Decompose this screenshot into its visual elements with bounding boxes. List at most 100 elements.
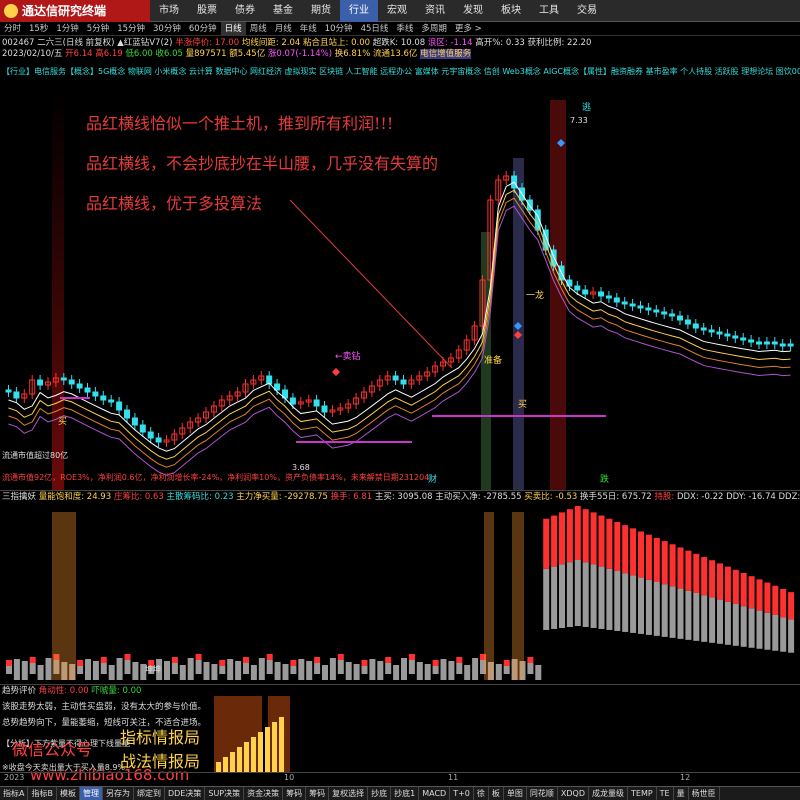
date-tick: 11 <box>448 773 459 782</box>
bottom-tab-17[interactable]: 板 <box>489 787 504 800</box>
volume-bar <box>448 661 455 680</box>
bottom-tab-0[interactable]: 指标A <box>0 787 29 800</box>
candle-body <box>692 323 699 329</box>
volume-bar <box>179 665 186 680</box>
volume-bar-red <box>124 654 131 660</box>
volume-bar-red <box>337 654 344 660</box>
bottom-tab-23[interactable]: TE <box>657 787 674 800</box>
bottom-tab-3[interactable]: 管理 <box>79 787 103 800</box>
circ-value-note: 流通市值超过80亿 <box>2 451 69 460</box>
period-12[interactable]: 45日线 <box>357 22 393 35</box>
sub1-item1: 量能饱和度: 24.93 <box>38 492 112 502</box>
menu-item-11[interactable]: 交易 <box>568 0 606 22</box>
period-5[interactable]: 30分钟 <box>149 22 185 35</box>
volume-bar-red <box>630 528 637 576</box>
volume-bar <box>472 658 479 680</box>
bottom-tab-5[interactable]: 绑定到 <box>134 787 165 800</box>
bottom-tab-20[interactable]: XDQD <box>558 787 589 800</box>
bottom-tab-25[interactable]: 杨世臣 <box>689 787 720 800</box>
volume-bar-chart[interactable]: 坤坤 <box>0 502 800 682</box>
period-9[interactable]: 月线 <box>271 22 296 35</box>
candle-body <box>100 395 107 401</box>
bottom-tab-24[interactable]: 量 <box>674 787 689 800</box>
period-1[interactable]: 15秒 <box>25 22 52 35</box>
volume-bar <box>290 666 297 674</box>
period-8[interactable]: 周线 <box>246 22 271 35</box>
volume-bar <box>630 575 637 633</box>
menu-item-6[interactable]: 宏观 <box>378 0 416 22</box>
volume-bar-red <box>195 654 202 660</box>
menu-item-8[interactable]: 发现 <box>454 0 492 22</box>
period-13[interactable]: 季线 <box>392 22 417 35</box>
bottom-tab-16[interactable]: 徐 <box>474 787 489 800</box>
bottom-tab-11[interactable]: 复权选择 <box>329 787 369 800</box>
sub1-name[interactable]: 三指擒妖 <box>2 492 36 502</box>
period-6[interactable]: 60分钟 <box>185 22 221 35</box>
menu-item-3[interactable]: 基金 <box>264 0 302 22</box>
volume-bar <box>566 562 573 627</box>
candle-body <box>740 337 747 341</box>
trend-bar <box>272 722 277 772</box>
bottom-tab-22[interactable]: TEMP <box>628 787 657 800</box>
sub-chart-1-header: 三指擒妖 量能饱和度: 24.93 庄筹比: 0.63 主散筹码比: 0.23 … <box>0 490 800 502</box>
bottom-tab-19[interactable]: 同花顺 <box>527 787 558 800</box>
menu-item-4[interactable]: 期货 <box>302 0 340 22</box>
bottom-tab-7[interactable]: SUP决策 <box>205 787 245 800</box>
period-4[interactable]: 15分钟 <box>113 22 149 35</box>
period-2[interactable]: 1分钟 <box>52 22 82 35</box>
menu-item-10[interactable]: 工具 <box>530 0 568 22</box>
bottom-tab-18[interactable]: 单图 <box>504 787 527 800</box>
menu-item-2[interactable]: 债券 <box>226 0 264 22</box>
menu-item-0[interactable]: 市场 <box>150 0 188 22</box>
candlestick-chart[interactable]: 7.333.68买买准备一龙←卖钻逃财跌 <box>0 80 800 490</box>
volume-bar <box>77 666 84 674</box>
bottom-tab-9[interactable]: 筹码 <box>283 787 307 800</box>
sub1-item4: 主力净买量: -29278.75 <box>236 492 328 502</box>
bottom-tab-6[interactable]: DDE决策 <box>165 787 206 800</box>
bottom-tab-21[interactable]: 成龙量级 <box>589 787 628 800</box>
volume-bar <box>748 608 755 648</box>
volume-bar <box>669 586 676 638</box>
menu-item-9[interactable]: 板块 <box>492 0 530 22</box>
period-3[interactable]: 5分钟 <box>83 22 113 35</box>
bottom-tab-15[interactable]: T+0 <box>450 787 474 800</box>
candle-body <box>661 311 668 315</box>
weak-k: 超跌K: 10.08 <box>372 38 426 48</box>
bottom-tab-4[interactable]: 另存为 <box>103 787 134 800</box>
trend-bar <box>251 737 256 772</box>
period-10[interactable]: 年线 <box>296 22 321 35</box>
volume-bar <box>195 660 202 674</box>
concept-tag[interactable]: 电信增值服务 <box>420 49 472 59</box>
volume-bar-red <box>693 553 700 593</box>
menu-item-5[interactable]: 行业 <box>340 0 378 22</box>
bottom-tab-14[interactable]: MACD <box>419 787 451 800</box>
sub1-item6: 主买: 3095.08 <box>374 492 433 502</box>
period-15[interactable]: 更多 > <box>451 22 486 35</box>
bottom-tab-12[interactable]: 抄底 <box>368 787 392 800</box>
indicator-name[interactable]: ▲红蓝钻V7(2) <box>117 38 172 48</box>
ma-orange <box>8 197 791 468</box>
menu-item-7[interactable]: 资讯 <box>416 0 454 22</box>
bottom-tab-13[interactable]: 抄底1 <box>391 787 420 800</box>
drop-marker: 跌 <box>600 474 609 485</box>
profit-ratio: 获利比例: 22.20 <box>527 38 592 48</box>
bottom-tab-8[interactable]: 资金决策 <box>244 787 284 800</box>
sub2-name[interactable]: 趋势评价 <box>2 686 36 696</box>
volume-bar <box>227 659 234 680</box>
sub1-item2: 庄筹比: 0.63 <box>113 492 164 502</box>
bottom-tab-10[interactable]: 筹码 <box>306 787 330 800</box>
volume-bar <box>527 663 534 674</box>
trend-line-1: 该股走势太弱，主动性买盘弱，没有太大的参与价值。 <box>2 702 207 712</box>
period-11[interactable]: 10分钟 <box>321 22 357 35</box>
bottom-tab-2[interactable]: 模板 <box>57 787 80 800</box>
period-7[interactable]: 日线 <box>220 22 246 35</box>
stock-code[interactable]: 002467 二六三(日线 前复权) <box>2 38 115 48</box>
period-0[interactable]: 分时 <box>0 22 25 35</box>
bottom-tab-1[interactable]: 指标B <box>28 787 57 800</box>
concept-tags-line[interactable]: 【行业】电信服务【概念】5G概念 物联网 小米概念 云计算 数据中心 网红经济 … <box>2 66 800 77</box>
app-logo[interactable]: 通达信研究终端 <box>0 0 150 22</box>
volume-bar-red <box>606 518 613 569</box>
period-14[interactable]: 多周期 <box>417 22 451 35</box>
menu-item-1[interactable]: 股票 <box>188 0 226 22</box>
volume-bar <box>116 658 123 680</box>
